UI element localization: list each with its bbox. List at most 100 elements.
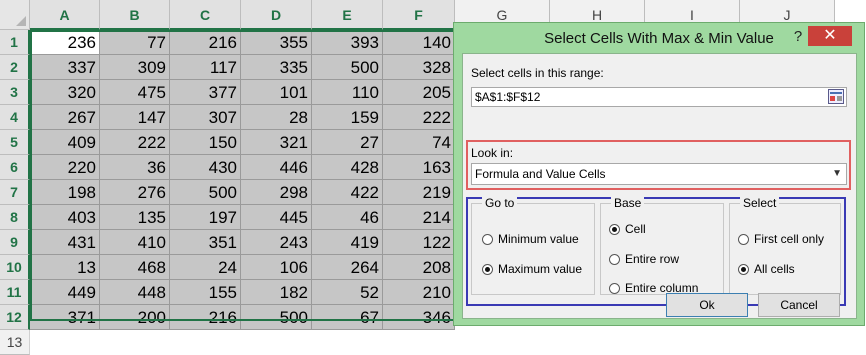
row-header[interactable]: 2 [0,55,30,80]
row-header[interactable]: 8 [0,205,30,230]
cell[interactable]: 475 [100,80,170,105]
cell[interactable]: 216 [170,305,241,330]
cell[interactable]: 351 [170,230,241,255]
cell[interactable]: 222 [383,105,455,130]
select-all-corner[interactable] [0,0,30,30]
cell[interactable]: 243 [241,230,312,255]
cell[interactable]: 500 [312,55,383,80]
cell[interactable]: 410 [100,230,170,255]
row-header[interactable]: 12 [0,305,30,330]
cell[interactable]: 446 [241,155,312,180]
cell[interactable]: 222 [100,130,170,155]
row-header[interactable]: 5 [0,130,30,155]
cell[interactable]: 335 [241,55,312,80]
row-header[interactable]: 10 [0,255,30,280]
cell[interactable]: 46 [312,205,383,230]
row-header[interactable]: 9 [0,230,30,255]
cell[interactable]: 449 [30,280,100,305]
cell[interactable]: 159 [312,105,383,130]
row-header[interactable]: 11 [0,280,30,305]
range-input[interactable]: $A$1:$F$12 [471,87,847,107]
radio-entire-row[interactable]: Entire row [609,252,679,266]
radio-maximum-value[interactable]: Maximum value [482,262,582,276]
column-header[interactable]: D [241,0,312,30]
column-header[interactable]: A [30,0,100,30]
cell[interactable]: 267 [30,105,100,130]
cell[interactable]: 205 [383,80,455,105]
cell[interactable]: 320 [30,80,100,105]
radio-all-cells[interactable]: All cells [738,262,795,276]
cell[interactable]: 219 [383,180,455,205]
column-header[interactable]: F [383,0,455,30]
cell[interactable]: 431 [30,230,100,255]
column-header[interactable]: E [312,0,383,30]
cell[interactable]: 77 [100,30,170,55]
row-header[interactable]: 13 [0,330,30,355]
row-header[interactable]: 4 [0,105,30,130]
cell[interactable]: 500 [170,180,241,205]
cell[interactable]: 140 [383,30,455,55]
radio-first-cell-only[interactable]: First cell only [738,232,824,246]
cell[interactable]: 403 [30,205,100,230]
cell[interactable]: 377 [170,80,241,105]
cell[interactable]: 106 [241,255,312,280]
cell[interactable]: 208 [383,255,455,280]
row-header[interactable]: 3 [0,80,30,105]
range-picker-icon[interactable] [828,89,844,104]
cell[interactable]: 28 [241,105,312,130]
radio-minimum-value[interactable]: Minimum value [482,232,579,246]
cancel-button[interactable]: Cancel [758,293,840,317]
cell[interactable]: 346 [383,305,455,330]
cell[interactable]: 337 [30,55,100,80]
cell[interactable]: 430 [170,155,241,180]
cell[interactable]: 101 [241,80,312,105]
cell[interactable]: 276 [100,180,170,205]
cell[interactable]: 468 [100,255,170,280]
close-button[interactable]: ✕ [808,26,852,46]
cell[interactable]: 419 [312,230,383,255]
row-header[interactable]: 7 [0,180,30,205]
cell[interactable]: 117 [170,55,241,80]
cell[interactable]: 214 [383,205,455,230]
cell[interactable]: 36 [100,155,170,180]
cell[interactable]: 155 [170,280,241,305]
cell[interactable]: 67 [312,305,383,330]
cell[interactable]: 355 [241,30,312,55]
cell[interactable]: 393 [312,30,383,55]
cell[interactable]: 409 [30,130,100,155]
cell[interactable]: 422 [312,180,383,205]
help-button[interactable]: ? [790,27,806,47]
cell[interactable]: 307 [170,105,241,130]
cell[interactable]: 13 [30,255,100,280]
cell[interactable]: 500 [241,305,312,330]
lookin-select[interactable]: Formula and Value Cells ▼ [471,163,847,185]
cell[interactable]: 24 [170,255,241,280]
cell[interactable]: 74 [383,130,455,155]
cell[interactable]: 428 [312,155,383,180]
cell[interactable]: 27 [312,130,383,155]
cell[interactable]: 198 [30,180,100,205]
cell[interactable]: 371 [30,305,100,330]
cell[interactable]: 328 [383,55,455,80]
cell[interactable]: 445 [241,205,312,230]
ok-button[interactable]: Ok [666,293,748,317]
cell[interactable]: 200 [100,305,170,330]
cell[interactable]: 122 [383,230,455,255]
cell[interactable]: 448 [100,280,170,305]
cell[interactable]: 197 [170,205,241,230]
cell[interactable]: 210 [383,280,455,305]
cell[interactable]: 298 [241,180,312,205]
cell[interactable]: 150 [170,130,241,155]
cell[interactable]: 220 [30,155,100,180]
cell[interactable]: 110 [312,80,383,105]
cell[interactable]: 182 [241,280,312,305]
cell[interactable]: 52 [312,280,383,305]
column-header[interactable]: B [100,0,170,30]
cell[interactable]: 147 [100,105,170,130]
cell[interactable]: 321 [241,130,312,155]
cell[interactable]: 216 [170,30,241,55]
cell[interactable]: 163 [383,155,455,180]
dialog-titlebar[interactable]: Select Cells With Max & Min Value ? ✕ [454,23,864,53]
cell[interactable]: 236 [30,30,100,55]
cell[interactable]: 309 [100,55,170,80]
